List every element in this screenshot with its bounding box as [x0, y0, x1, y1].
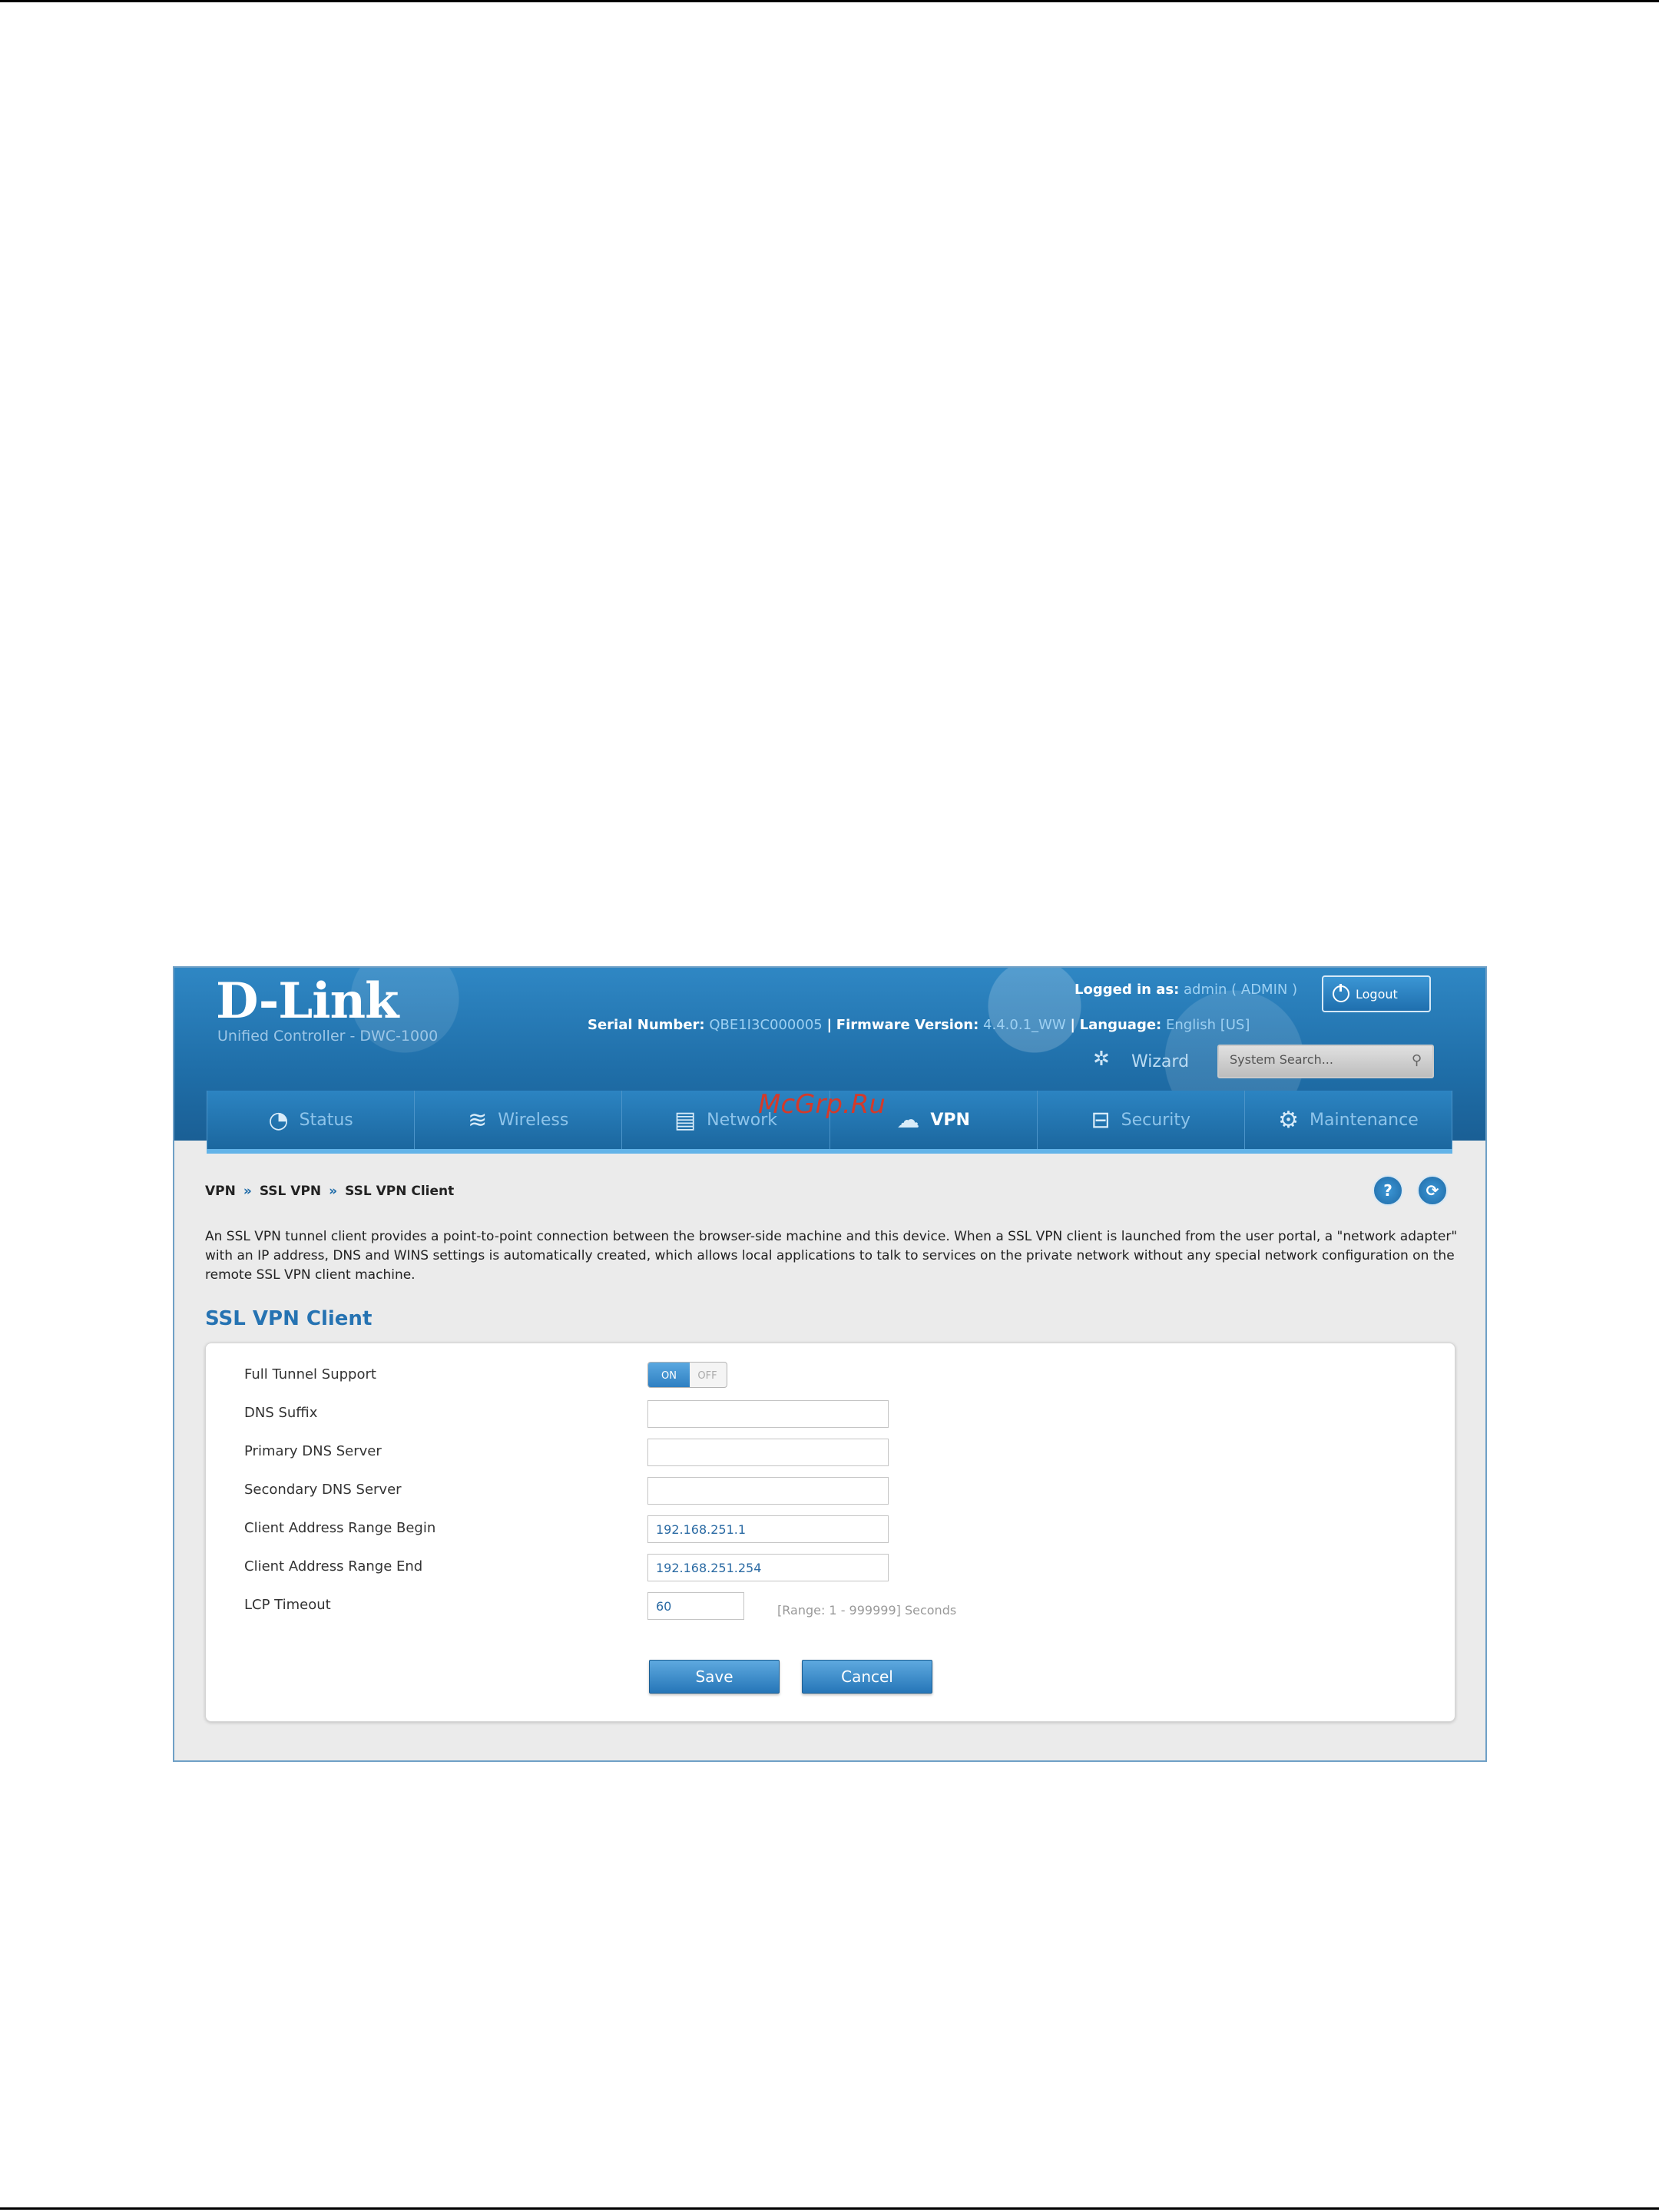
page-top-rule [0, 0, 1659, 2]
nav-label: Wireless [498, 1110, 569, 1130]
server-icon: ▤ [674, 1106, 697, 1134]
wizard-link[interactable]: Wizard [1131, 1052, 1189, 1071]
language-value[interactable]: English [US] [1166, 1017, 1250, 1033]
secondary-dns-label: Secondary DNS Server [244, 1482, 402, 1498]
breadcrumb-ssl-vpn-client: SSL VPN Client [345, 1184, 455, 1199]
system-search-input[interactable]: System Search... ⚲ [1217, 1045, 1434, 1078]
range-begin-label: Client Address Range Begin [244, 1520, 436, 1536]
separator: | [1070, 1017, 1075, 1033]
logged-in-label: Logged in as: [1075, 982, 1180, 998]
lcp-timeout-hint: [Range: 1 - 999999] Seconds [777, 1603, 957, 1618]
primary-dns-input[interactable] [647, 1439, 889, 1466]
page-bottom-rule [0, 2207, 1659, 2210]
nav-item-security[interactable]: ⊟ Security [1038, 1091, 1245, 1149]
toggle-on-label: ON [648, 1363, 690, 1387]
nav-label: Security [1121, 1110, 1191, 1130]
primary-dns-label: Primary DNS Server [244, 1443, 382, 1459]
gauge-icon: ◔ [268, 1106, 289, 1134]
wifi-icon: ≋ [468, 1106, 488, 1134]
settings-panel: Full Tunnel Support ON OFF DNS Suffix Pr… [205, 1343, 1455, 1722]
breadcrumb: VPN » SSL VPN » SSL VPN Client [205, 1184, 454, 1199]
nav-label: Maintenance [1310, 1110, 1419, 1130]
lcp-timeout-label: LCP Timeout [244, 1597, 331, 1613]
search-placeholder: System Search... [1230, 1052, 1333, 1067]
refresh-icon[interactable]: ⟳ [1417, 1175, 1448, 1206]
lcp-timeout-input[interactable] [647, 1592, 744, 1620]
wizard-icon[interactable]: ✲ [1093, 1048, 1110, 1071]
device-info: Serial Number: QBE1I3C000005 | Firmware … [588, 1017, 1250, 1033]
nav-label: VPN [930, 1110, 970, 1130]
nav-label: Status [299, 1110, 353, 1130]
firmware-value: 4.4.0.1_WW [983, 1017, 1066, 1033]
range-end-input[interactable] [647, 1554, 889, 1581]
cancel-button[interactable]: Cancel [802, 1660, 932, 1694]
logged-in-info: Logged in as: admin ( ADMIN ) [1075, 982, 1297, 998]
full-tunnel-toggle[interactable]: ON OFF [647, 1362, 727, 1388]
screenshot-frame: D-Link Unified Controller - DWC-1000 Log… [173, 966, 1487, 1762]
range-begin-input[interactable] [647, 1515, 889, 1543]
dns-suffix-input[interactable] [647, 1400, 889, 1428]
lock-icon: ⊟ [1091, 1106, 1111, 1134]
logged-in-user: admin ( ADMIN ) [1184, 982, 1298, 998]
d-link-logo: D-Link [216, 972, 399, 1030]
nav-item-maintenance[interactable]: ⚙ Maintenance [1245, 1091, 1453, 1149]
product-tagline: Unified Controller - DWC-1000 [217, 1028, 439, 1045]
section-title: SSL VPN Client [205, 1307, 373, 1330]
full-tunnel-label: Full Tunnel Support [244, 1366, 376, 1382]
breadcrumb-ssl-vpn[interactable]: SSL VPN [260, 1184, 321, 1199]
serial-value: QBE1I3C000005 [709, 1017, 823, 1033]
save-button[interactable]: Save [649, 1660, 780, 1694]
logout-button[interactable]: Logout [1322, 975, 1431, 1012]
gears-icon: ⚙ [1278, 1106, 1300, 1134]
search-icon[interactable]: ⚲ [1412, 1052, 1422, 1068]
nav-item-status[interactable]: ◔ Status [207, 1091, 416, 1149]
range-end-label: Client Address Range End [244, 1558, 423, 1575]
firmware-label: Firmware Version: [836, 1017, 979, 1033]
power-icon [1333, 984, 1349, 1002]
language-label: Language: [1079, 1017, 1162, 1033]
breadcrumb-separator: » [329, 1184, 338, 1199]
page-description: An SSL VPN tunnel client provides a poin… [205, 1229, 1458, 1283]
serial-label: Serial Number: [588, 1017, 705, 1033]
dns-suffix-label: DNS Suffix [244, 1405, 318, 1421]
separator: | [826, 1017, 833, 1033]
breadcrumb-vpn[interactable]: VPN [205, 1184, 236, 1199]
toggle-off-label: OFF [697, 1369, 717, 1382]
cloud-lock-icon: ☁ [896, 1106, 920, 1134]
nav-item-wireless[interactable]: ≋ Wireless [415, 1091, 623, 1149]
secondary-dns-input[interactable] [647, 1477, 889, 1505]
help-icon[interactable]: ? [1373, 1175, 1403, 1206]
breadcrumb-separator: » [243, 1184, 252, 1199]
logout-label: Logout [1356, 986, 1398, 1002]
watermark-text: McGrp.Ru [758, 1089, 886, 1120]
